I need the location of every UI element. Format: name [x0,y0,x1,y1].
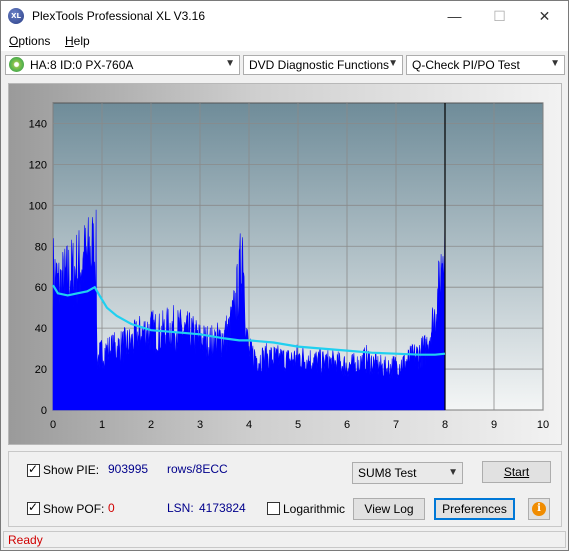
start-button-label: Start [503,465,530,479]
x-tick-label: 1 [99,419,105,431]
maximize-button[interactable]: ☐ [477,1,522,31]
preferences-button[interactable]: Preferences [434,498,515,520]
y-tick-label: 100 [29,200,47,212]
plextools-logo-icon: XL [8,8,24,24]
minimize-button[interactable]: — [432,1,477,31]
menu-options-mnemonic: O [9,34,19,48]
logarithmic-checkbox[interactable] [267,502,280,515]
lsn-label: LSN: [167,501,194,515]
start-button[interactable]: Start [482,461,551,483]
x-tick-label: 8 [442,419,448,431]
x-tick-label: 5 [295,419,301,431]
function-select-value: DVD Diagnostic Functions [249,58,390,72]
y-tick-label: 120 [29,159,47,171]
menu-options-label: ptions [18,34,51,48]
show-pof-label: Show POF: [43,502,105,516]
chart-panel: 0 1 2 3 4 5 6 7 8 9 10 0 20 40 60 80 100 120 140 [8,83,562,445]
chevron-down-icon: ▼ [388,58,398,69]
rows-unit: rows/8ECC [167,462,228,476]
show-pof-checkbox[interactable] [27,500,40,515]
logarithmic-label: Logarithmic [283,502,346,516]
info-button[interactable]: i [528,498,550,520]
menu-help-label: elp [73,34,90,48]
drive-select[interactable]: HA:8 ID:0 PX-760A ▼ [5,55,240,75]
y-tick-label: 60 [35,282,47,294]
y-tick-label: 80 [35,241,47,253]
drive-select-value: HA:8 ID:0 PX-760A [30,58,134,72]
close-button[interactable]: ✕ [522,1,567,31]
x-tick-label: 2 [148,419,154,431]
x-tick-label: 0 [50,419,56,431]
pof-value: 0 [108,501,115,515]
function-select[interactable]: DVD Diagnostic Functions ▼ [243,55,403,75]
menu-help-mnemonic: H [65,34,74,48]
y-tick-label: 140 [29,118,47,130]
pie-value: 903995 [108,462,149,476]
chevron-down-icon: ▼ [225,58,235,69]
status-bar: Ready [3,531,566,548]
pie-po-chart: 0 1 2 3 4 5 6 7 8 9 10020406080100120140 [29,102,549,431]
show-pie-label: Show PIE: [43,463,100,477]
sum-test-select[interactable]: SUM8 Test ▼ [352,462,463,484]
sum-test-value: SUM8 Test [358,466,417,480]
x-tick-label: 10 [537,419,549,431]
menu-options[interactable]: Options [9,34,50,48]
status-text: Ready [8,533,43,547]
chevron-down-icon: ▼ [448,467,458,478]
x-tick-label: 9 [491,419,497,431]
lsn-value: 4173824 [199,501,246,515]
app-window: XL PlexTools Professional XL V3.16 — ☐ ✕… [0,0,569,551]
test-select[interactable]: Q-Check PI/PO Test ▼ [406,55,565,75]
chevron-down-icon: ▼ [550,58,560,69]
menu-bar: Options Help [1,31,568,51]
title-bar: XL PlexTools Professional XL V3.16 — ☐ ✕ [1,1,568,31]
x-tick-label: 6 [344,419,350,431]
drive-disc-icon [9,57,24,72]
menu-help[interactable]: Help [65,34,90,48]
view-log-button[interactable]: View Log [353,498,425,520]
x-tick-label: 7 [393,419,399,431]
window-title: PlexTools Professional XL V3.16 [32,9,205,23]
info-icon: i [532,502,546,516]
y-tick-label: 40 [35,323,47,335]
y-tick-label: 20 [35,364,47,376]
show-pie-checkbox[interactable] [27,462,40,477]
x-tick-label: 4 [246,419,252,431]
test-select-value: Q-Check PI/PO Test [412,58,520,72]
y-tick-label: 0 [41,405,47,417]
x-tick-label: 3 [197,419,203,431]
